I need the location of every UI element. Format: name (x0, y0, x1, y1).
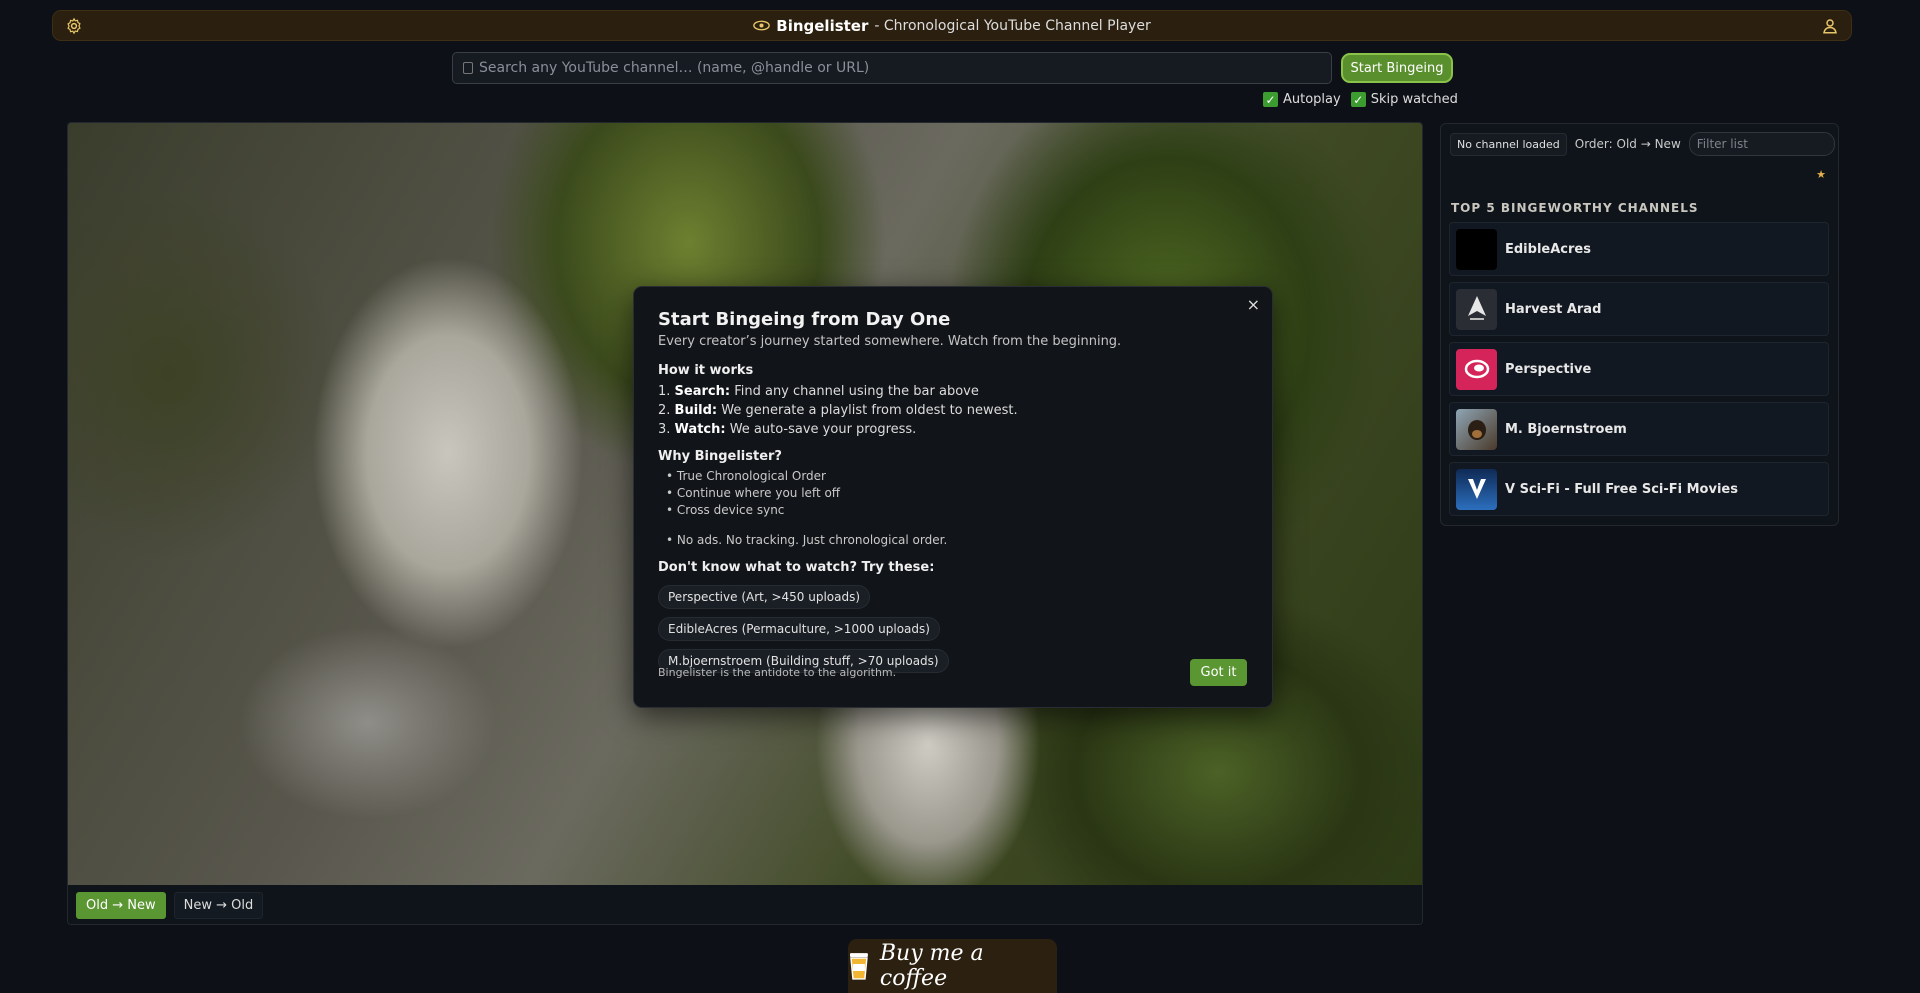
try-heading: Don't know what to watch? Try these: (658, 560, 935, 575)
gear-icon[interactable] (65, 17, 83, 35)
channel-name: M. Bjoernstroem (1505, 421, 1627, 437)
search-input[interactable] (479, 60, 1319, 76)
v-scifi-logo-icon (1467, 479, 1486, 499)
skip-watched-checkbox[interactable]: ✓ (1350, 92, 1366, 107)
step-item: 3. Watch: We auto-save your progress. (658, 422, 917, 437)
skip-watched-label: Skip watched (1370, 92, 1458, 107)
dog-avatar-icon (1467, 420, 1486, 440)
modal-title: Start Bingeing from Day One (658, 309, 951, 330)
modal-footer-text: Bingelister is the antidote to the algor… (658, 666, 897, 679)
steps-list: 1. Search: Find any channel using the ba… (658, 382, 1248, 439)
channel-avatar (1456, 408, 1497, 450)
channel-item[interactable]: Perspective (1449, 342, 1829, 396)
channel-status-badge: No channel loaded (1450, 132, 1567, 156)
channel-avatar (1456, 348, 1497, 390)
suggestion-chip[interactable]: EdibleAcres (Permaculture, >1000 uploads… (658, 617, 940, 641)
order-label: Order: Old → New (1574, 137, 1681, 151)
extra-list: No ads. No tracking. Just chronological … (658, 532, 1248, 549)
suggestion-chips: Perspective (Art, >450 uploads) EdibleAc… (658, 585, 1128, 673)
brand-tagline: - Chronological YouTube Channel Player (874, 17, 1151, 34)
autoplay-toggle[interactable]: ✓ Autoplay (1263, 92, 1341, 107)
top-channels-title: TOP 5 BINGEWORTHY CHANNELS (1451, 201, 1699, 215)
buy-coffee-button[interactable]: Buy me a coffee (848, 939, 1057, 993)
harvest-arad-logo-icon (1467, 296, 1486, 320)
channel-name: Perspective (1505, 361, 1592, 377)
why-list: True Chronological Order Continue where … (658, 468, 1248, 519)
autoplay-label: Autoplay (1283, 92, 1341, 107)
why-item: Continue where you left off (666, 485, 1248, 502)
eye-logo-icon (753, 20, 771, 31)
search-bar[interactable] (452, 52, 1332, 84)
top-bar: Bingelister - Chronological YouTube Chan… (52, 10, 1852, 41)
channel-avatar (1456, 228, 1497, 270)
player-options: ✓ Autoplay ✓ Skip watched (1263, 92, 1458, 107)
channel-item[interactable]: EdibleAcres (1449, 222, 1829, 276)
suggestion-chip[interactable]: Perspective (Art, >450 uploads) (658, 585, 871, 609)
filter-input[interactable] (1688, 132, 1835, 156)
channel-avatar (1456, 288, 1497, 330)
why-item: Cross device sync (666, 502, 1248, 519)
order-controls: Old → New New → Old (68, 885, 1422, 924)
channel-item[interactable]: V Sci-Fi - Full Free Sci-Fi Movies (1449, 462, 1829, 516)
close-icon[interactable]: × (1247, 295, 1260, 314)
welcome-modal: × Start Bingeing from Day One Every crea… (633, 286, 1273, 708)
how-it-works-heading: How it works (658, 363, 754, 378)
step-item: 1. Search: Find any channel using the ba… (658, 384, 979, 399)
channel-name: EdibleAcres (1505, 241, 1591, 257)
start-bingeing-button[interactable]: Start Bingeing (1341, 53, 1453, 83)
skip-watched-toggle[interactable]: ✓ Skip watched (1350, 92, 1458, 107)
coffee-cup-icon (849, 953, 868, 980)
buy-coffee-label: Buy me a coffee (879, 941, 984, 991)
order-old-new-button[interactable]: Old → New (76, 892, 166, 919)
channel-avatar (1456, 468, 1497, 510)
why-item: No ads. No tracking. Just chronological … (666, 532, 1248, 549)
modal-subtitle: Every creator’s journey started somewher… (658, 334, 1122, 349)
perspective-logo-icon (1464, 359, 1489, 379)
got-it-button[interactable]: Got it (1190, 659, 1247, 686)
star-icon[interactable]: ★ (1816, 168, 1826, 181)
order-new-old-button[interactable]: New → Old (173, 892, 264, 919)
step-item: 2. Build: We generate a playlist from ol… (658, 403, 1018, 418)
top-channels-list: EdibleAcres Harvest Arad Perspective M. … (1449, 222, 1829, 522)
channel-item[interactable]: Harvest Arad (1449, 282, 1829, 336)
channel-sidebar: No channel loaded Order: Old → New ★ TOP… (1440, 123, 1839, 526)
user-icon[interactable] (1821, 17, 1839, 35)
brand: Bingelister - Chronological YouTube Chan… (753, 16, 1151, 35)
sidebar-header: No channel loaded Order: Old → New (1450, 132, 1835, 156)
channel-name: V Sci-Fi - Full Free Sci-Fi Movies (1505, 481, 1738, 497)
channel-name: Harvest Arad (1505, 301, 1602, 317)
autoplay-checkbox[interactable]: ✓ (1263, 92, 1278, 107)
brand-name: Bingelister (776, 16, 869, 35)
search-icon (463, 62, 473, 74)
why-item: True Chronological Order (666, 468, 1248, 485)
why-heading: Why Bingelister? (658, 449, 782, 464)
channel-item[interactable]: M. Bjoernstroem (1449, 402, 1829, 456)
